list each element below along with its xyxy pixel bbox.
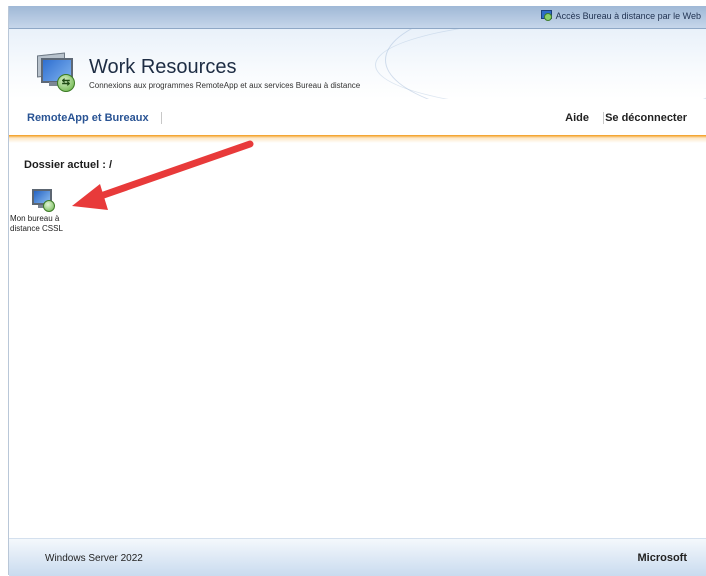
rd-web-frame: Accès Bureau à distance par le Web ⇆ Wor… xyxy=(8,6,706,576)
remote-desktop-item[interactable]: Mon bureau à distance CSSL xyxy=(10,189,63,239)
footer-brand: Microsoft xyxy=(637,552,688,564)
nav-divider xyxy=(603,112,604,124)
current-folder-label: Dossier actuel : / xyxy=(24,159,113,171)
work-resources-icon: ⇆ xyxy=(35,52,75,92)
rd-web-access-label: Accès Bureau à distance par le Web xyxy=(555,10,701,21)
help-link[interactable]: Aide xyxy=(565,112,589,124)
page-title: Work Resources xyxy=(89,56,237,78)
nav-divider xyxy=(161,112,162,124)
header-banner: ⇆ Work Resources Connexions aux programm… xyxy=(9,29,706,99)
top-strip: Accès Bureau à distance par le Web xyxy=(9,6,706,29)
rd-web-access-link[interactable]: Accès Bureau à distance par le Web xyxy=(540,10,701,21)
orange-divider xyxy=(9,135,706,143)
page-subtitle: Connexions aux programmes RemoteApp et a… xyxy=(89,81,361,90)
tab-remoteapp-desktops[interactable]: RemoteApp et Bureaux xyxy=(27,112,149,124)
footer-os-label: Windows Server 2022 xyxy=(45,553,143,564)
logout-link[interactable]: Se déconnecter xyxy=(605,112,687,124)
remote-desktop-label: Mon bureau à distance CSSL xyxy=(10,214,63,233)
nav-bar: RemoteApp et Bureaux Aide Se déconnecter xyxy=(9,106,706,132)
footer: Windows Server 2022 Microsoft xyxy=(9,538,706,576)
remote-desktop-icon xyxy=(32,189,55,212)
rd-web-icon xyxy=(540,10,552,21)
